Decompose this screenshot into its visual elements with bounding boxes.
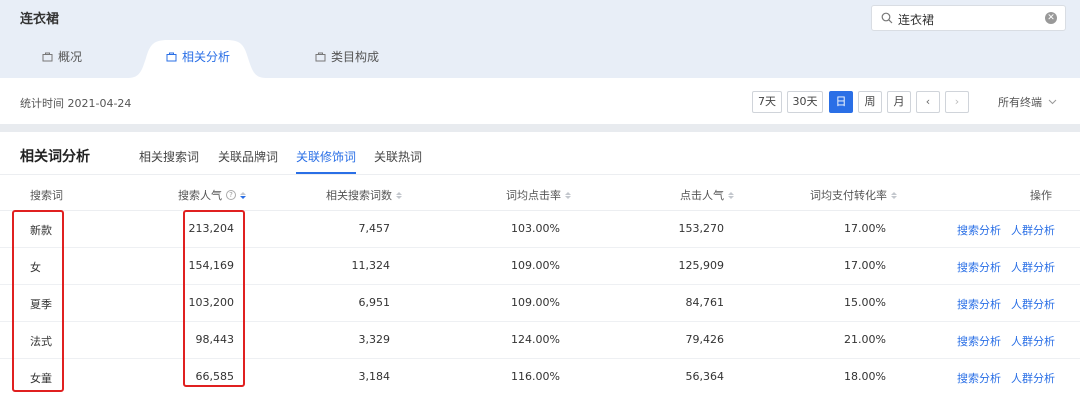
col-header-actions: 操作: [1030, 189, 1052, 202]
table-row: 夏季 103,200 6,951 109.00% 84,761 15.00% 搜…: [0, 285, 1080, 322]
cell-popularity: 103,200: [188, 296, 235, 309]
col-header-ctr[interactable]: 词均点击率: [506, 187, 571, 203]
cell-ctr: 103.00%: [511, 222, 560, 235]
bag-icon: [42, 52, 53, 62]
col-header-cvr[interactable]: 词均支付转化率: [810, 187, 897, 203]
tab-category-composition[interactable]: 类目构成: [315, 48, 379, 65]
tab-label: 类目构成: [331, 50, 380, 64]
sort-icon[interactable]: [396, 191, 402, 199]
col-header-popularity[interactable]: 搜索人气 ?: [178, 187, 246, 203]
search-input[interactable]: 连衣裙: [898, 11, 934, 28]
sort-icon[interactable]: [891, 191, 897, 199]
crowd-analysis-link[interactable]: 人群分析: [1011, 370, 1055, 386]
cell-popularity: 154,169: [188, 259, 235, 272]
cell-ctr: 116.00%: [511, 370, 560, 383]
cell-clicks: 79,426: [685, 333, 725, 346]
sort-icon[interactable]: [565, 191, 571, 199]
search-analysis-link[interactable]: 搜索分析: [957, 333, 1001, 349]
cell-word: 法式: [30, 335, 52, 348]
tab-related-analysis[interactable]: 相关分析: [166, 48, 230, 65]
cell-popularity: 66,585: [195, 370, 235, 383]
subtab-related-search[interactable]: 相关搜索词: [139, 148, 199, 165]
chevron-down-icon: [1048, 99, 1057, 105]
bag-icon: [315, 52, 326, 62]
subtab-related-modifier[interactable]: 关联修饰词: [296, 148, 356, 165]
tab-label: 概况: [58, 50, 83, 64]
cell-cvr: 17.00%: [844, 222, 886, 235]
terminal-label: 所有终端: [998, 96, 1042, 109]
crowd-analysis-link[interactable]: 人群分析: [1011, 296, 1055, 312]
filter-bar: 统计时间 2021-04-24 7天 30天 日 周 月 ‹ › 所有终端: [0, 78, 1080, 124]
search-analysis-link[interactable]: 搜索分析: [957, 370, 1001, 386]
cell-ctr: 109.00%: [511, 259, 560, 272]
subtab-related-brand[interactable]: 关联品牌词: [218, 148, 278, 165]
cell-related: 3,184: [358, 370, 391, 383]
cell-ctr: 109.00%: [511, 296, 560, 309]
cell-word: 女: [30, 261, 41, 274]
cell-ctr: 124.00%: [511, 333, 560, 346]
cell-related: 3,329: [358, 333, 391, 346]
table-row: 女 154,169 11,324 109.00% 125,909 17.00% …: [0, 248, 1080, 285]
cell-word: 夏季: [30, 298, 52, 311]
search-analysis-link[interactable]: 搜索分析: [957, 296, 1001, 312]
cell-cvr: 15.00%: [844, 296, 886, 309]
cell-clicks: 125,909: [678, 259, 725, 272]
sort-icon[interactable]: [728, 191, 734, 199]
search-box[interactable]: 连衣裙 ✕: [871, 5, 1066, 31]
search-analysis-link[interactable]: 搜索分析: [957, 222, 1001, 238]
tab-label: 相关分析: [182, 50, 231, 64]
stat-time: 统计时间 2021-04-24: [20, 97, 132, 110]
help-icon[interactable]: ?: [226, 190, 236, 200]
range-month-button[interactable]: 月: [887, 91, 911, 113]
cell-word: 新款: [30, 224, 52, 237]
cell-popularity: 213,204: [188, 222, 235, 235]
cell-related: 6,951: [358, 296, 391, 309]
search-analysis-link[interactable]: 搜索分析: [957, 259, 1001, 275]
next-button[interactable]: ›: [945, 91, 969, 113]
divider: [0, 174, 1080, 175]
tab-overview[interactable]: 概况: [42, 48, 82, 65]
cell-cvr: 17.00%: [844, 259, 886, 272]
cell-word: 女童: [30, 372, 52, 385]
crowd-analysis-link[interactable]: 人群分析: [1011, 222, 1055, 238]
col-header-related-count[interactable]: 相关搜索词数: [326, 187, 402, 203]
col-header-clicks[interactable]: 点击人气: [680, 187, 734, 203]
range-30d-button[interactable]: 30天: [787, 91, 823, 113]
subtab-related-hot[interactable]: 关联热词: [374, 148, 422, 165]
range-day-button[interactable]: 日: [829, 91, 853, 113]
chevron-left-icon: ‹: [925, 95, 931, 108]
chevron-right-icon: ›: [954, 95, 960, 108]
cell-related: 7,457: [358, 222, 391, 235]
cell-popularity: 98,443: [195, 333, 235, 346]
table-row: 女童 66,585 3,184 116.00% 56,364 18.00% 搜索…: [0, 359, 1080, 396]
cell-clicks: 153,270: [678, 222, 725, 235]
table-row: 新款 213,204 7,457 103.00% 153,270 17.00% …: [0, 211, 1080, 248]
sort-icon[interactable]: [240, 191, 246, 199]
range-7d-button[interactable]: 7天: [752, 91, 782, 113]
terminal-select[interactable]: 所有终端: [998, 94, 1057, 110]
range-week-button[interactable]: 周: [858, 91, 882, 113]
bag-icon: [166, 52, 177, 62]
clear-icon[interactable]: ✕: [1045, 12, 1057, 24]
cell-related: 11,324: [351, 259, 391, 272]
page-title: 连衣裙: [20, 12, 60, 27]
crowd-analysis-link[interactable]: 人群分析: [1011, 333, 1055, 349]
cell-cvr: 21.00%: [844, 333, 886, 346]
col-header-word: 搜索词: [30, 189, 63, 202]
cell-cvr: 18.00%: [844, 370, 886, 383]
section-title: 相关词分析: [20, 149, 90, 165]
table-row: 法式 98,443 3,329 124.00% 79,426 21.00% 搜索…: [0, 322, 1080, 359]
cell-clicks: 56,364: [685, 370, 725, 383]
prev-button[interactable]: ‹: [916, 91, 940, 113]
crowd-analysis-link[interactable]: 人群分析: [1011, 259, 1055, 275]
search-icon: [881, 12, 893, 24]
cell-clicks: 84,761: [685, 296, 725, 309]
section-divider: [0, 124, 1080, 132]
